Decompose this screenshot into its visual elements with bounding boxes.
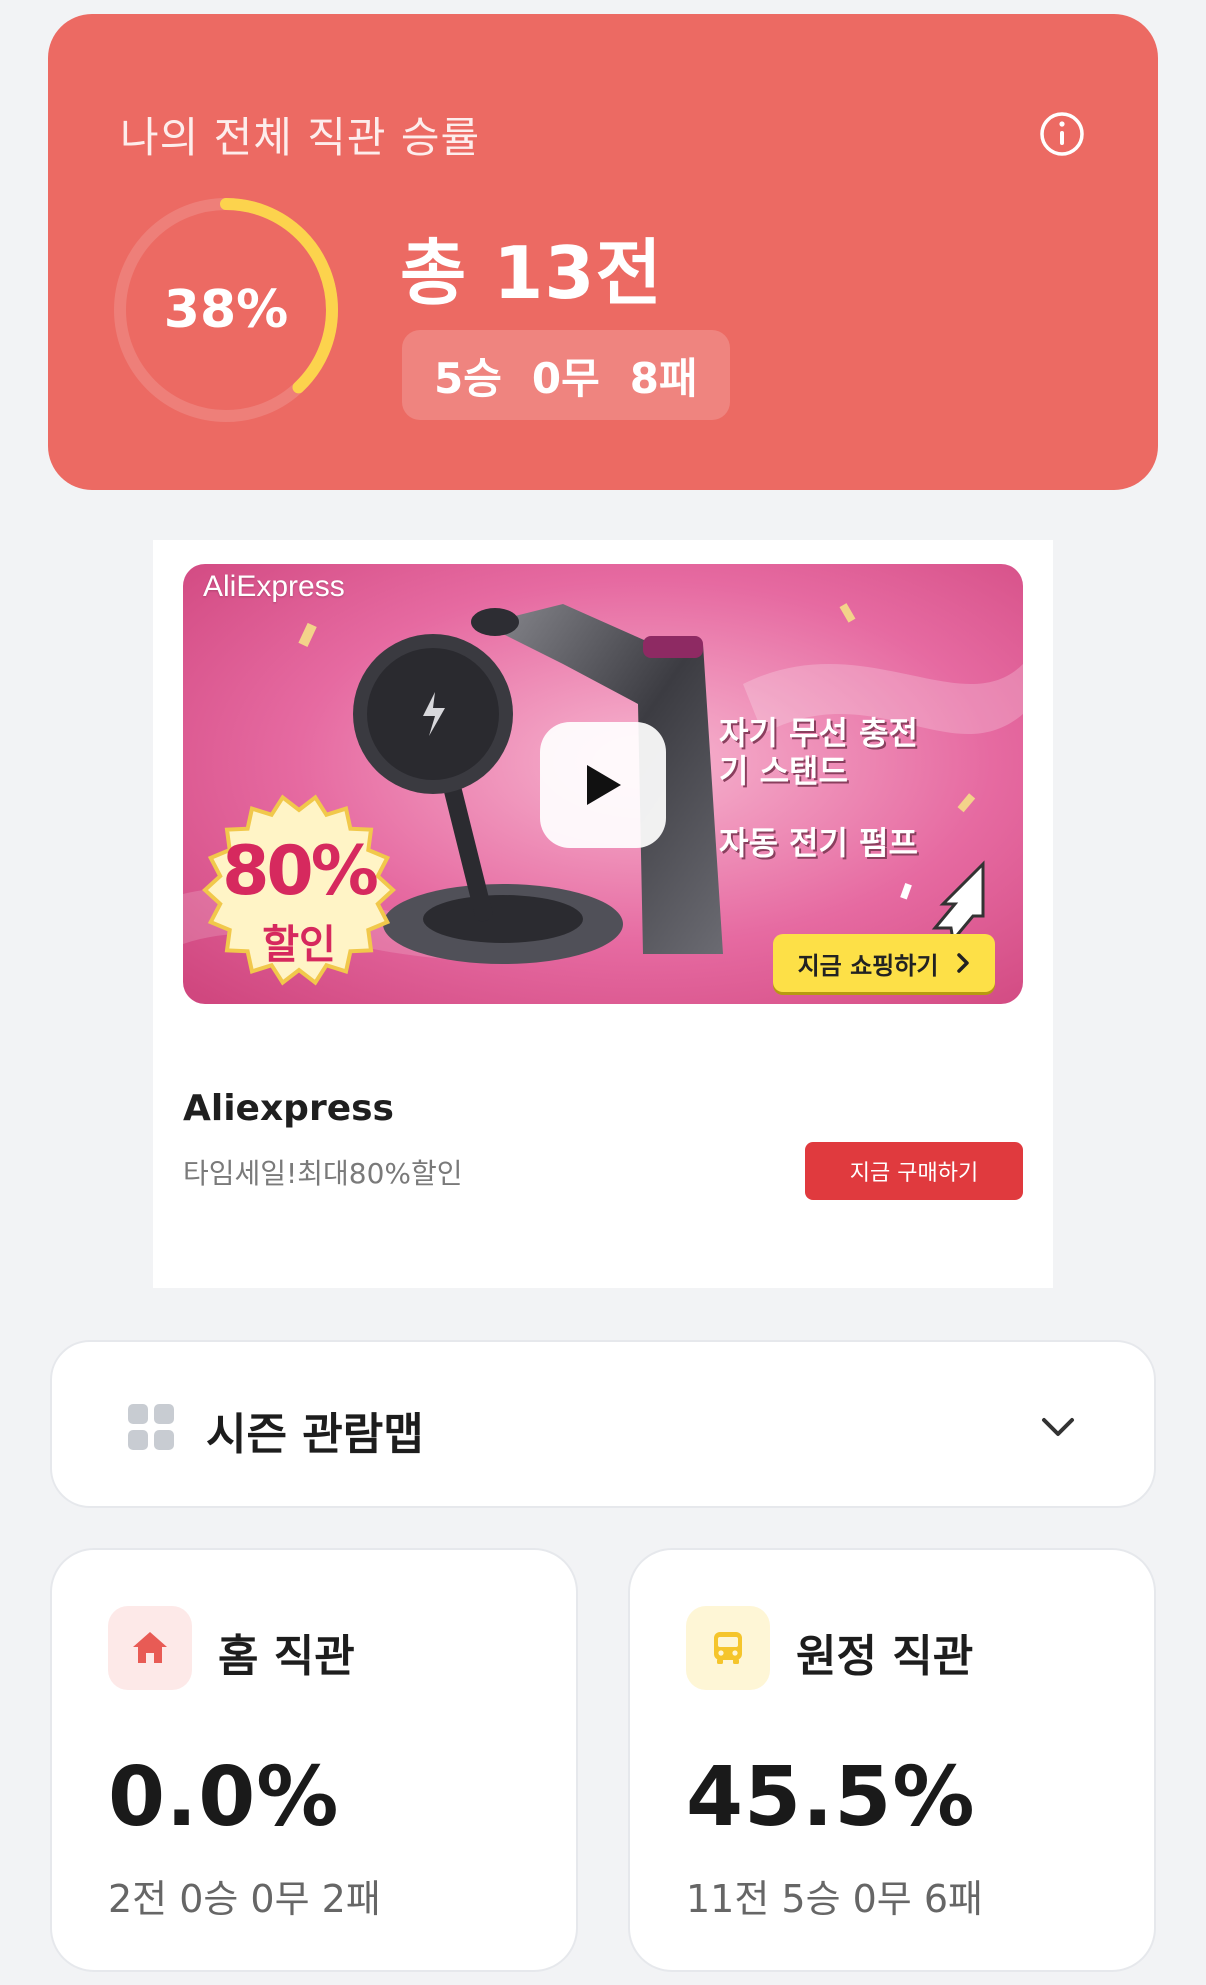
draws-count: 0무: [531, 353, 600, 403]
chevron-down-icon: [1042, 1418, 1074, 1436]
grid-icon: [128, 1404, 174, 1450]
away-stat-card[interactable]: 원정 직관 45.5% 11전 5승 0무 6패: [628, 1548, 1156, 1972]
record-pill: 5승 0무 8패: [402, 330, 730, 420]
banner-shop-label: 지금 쇼핑하기: [797, 951, 939, 980]
away-win-rate: 45.5%: [686, 1750, 976, 1845]
bus-icon: [714, 1632, 742, 1664]
winrate-ring: 38%: [108, 192, 344, 428]
total-games: 총 13전: [400, 231, 663, 315]
buy-now-button[interactable]: 지금 구매하기: [805, 1142, 1023, 1200]
discount-percent: 80%: [222, 832, 379, 911]
banner-subline: 자동 전기 펌프: [719, 824, 918, 862]
away-icon-box: [686, 1606, 770, 1690]
wins-count: 5승: [434, 353, 502, 403]
banner-headline: 자기 무선 충전기 스탠드: [719, 714, 918, 790]
home-stat-title: 홈 직관: [218, 1631, 355, 1682]
winrate-card: 나의 전체 직관 승률 38% 총 13전 5승 0무 8패: [48, 14, 1158, 490]
away-record: 11전 5승 0무 6패: [686, 1877, 983, 1921]
home-icon: [133, 1632, 167, 1663]
info-icon[interactable]: [1038, 110, 1086, 158]
home-icon-box: [108, 1606, 192, 1690]
season-map-label: 시즌 관람맵: [206, 1409, 424, 1460]
winrate-percent: 38%: [163, 280, 289, 340]
discount-label: 할인: [262, 922, 336, 968]
winrate-title: 나의 전체 직관 승률: [120, 113, 481, 162]
home-stat-card[interactable]: 홈 직관 0.0% 2전 0승 0무 2패: [50, 1548, 578, 1972]
away-stat-title: 원정 직관: [796, 1631, 974, 1682]
home-record: 2전 0승 0무 2패: [108, 1877, 381, 1921]
season-map-toggle[interactable]: 시즌 관람맵: [50, 1340, 1156, 1508]
losses-count: 8패: [629, 353, 698, 403]
play-button[interactable]: [540, 722, 666, 848]
banner-brand: AliExpress: [203, 570, 345, 603]
discount-badge: 80% 할인: [201, 792, 397, 988]
chevron-right-icon: [957, 953, 970, 973]
banner-shop-button[interactable]: 지금 쇼핑하기: [773, 934, 995, 992]
ad-description: 타임세일!최대80%할인: [183, 1157, 463, 1190]
ad-advertiser: Aliexpress: [183, 1088, 394, 1129]
play-icon: [587, 765, 621, 805]
home-win-rate: 0.0%: [108, 1750, 340, 1845]
ad-banner[interactable]: AliExpress 자기 무선 충전기 스탠드 자동 전기 펌프 80% 할인…: [183, 564, 1023, 1004]
ad-card[interactable]: AliExpress 자기 무선 충전기 스탠드 자동 전기 펌프 80% 할인…: [153, 540, 1053, 1288]
